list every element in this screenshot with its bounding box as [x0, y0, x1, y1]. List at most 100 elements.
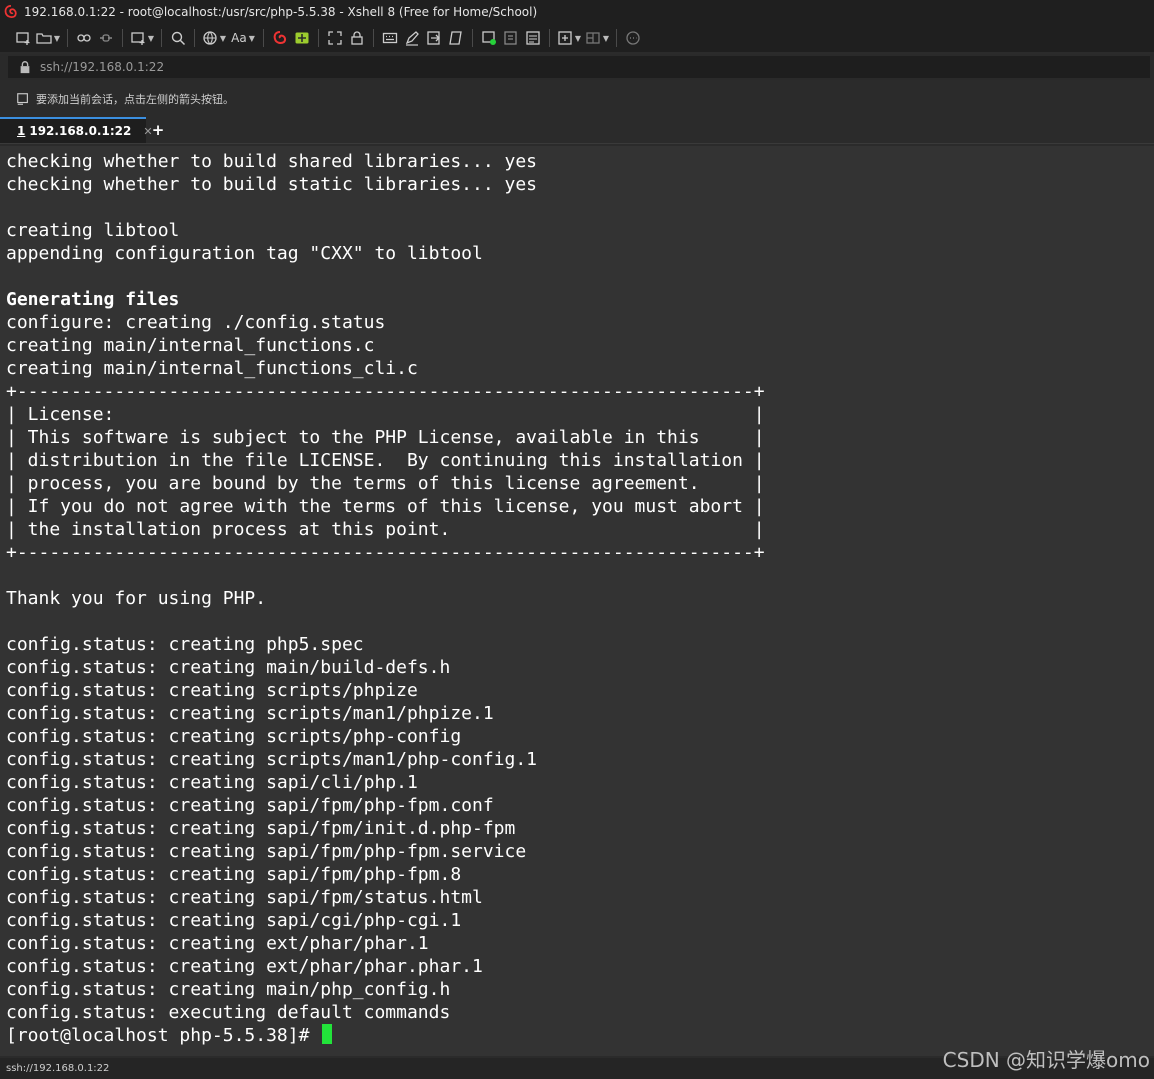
- toolbar-divider: [263, 29, 264, 47]
- shell-prompt: [root@localhost php-5.5.38]#: [6, 1025, 321, 1046]
- toolbar-divider: [194, 29, 195, 47]
- toolbar-divider: [161, 29, 162, 47]
- terminal-cursor: [322, 1024, 333, 1044]
- tab-label: 192.168.0.1:22: [29, 124, 132, 138]
- terminal-line: configure: creating ./config.status: [6, 312, 386, 333]
- terminal-line: +---------------------------------------…: [6, 381, 765, 402]
- new-session-icon[interactable]: [12, 27, 34, 49]
- xftp-icon[interactable]: [291, 27, 313, 49]
- session-hint-bar: 要添加当前会话，点击左侧的箭头按钮。: [0, 86, 1154, 112]
- toolbar-divider: [67, 29, 68, 47]
- terminal-line: config.status: executing default command…: [6, 1002, 451, 1023]
- terminal-line: config.status: creating sapi/fpm/php-fpm…: [6, 795, 494, 816]
- chat-icon[interactable]: [622, 27, 644, 49]
- tab-number: 1: [17, 124, 26, 138]
- disconnect-icon[interactable]: [95, 27, 117, 49]
- terminal-line: | This software is subject to the PHP Li…: [6, 427, 765, 448]
- chevron-down-icon: ▼: [147, 33, 155, 43]
- terminal-output[interactable]: checking whether to build shared librari…: [0, 146, 1154, 1056]
- terminal-line: config.status: creating sapi/cli/php.1: [6, 772, 418, 793]
- tab-bar: 1 192.168.0.1:22 ✕ +: [0, 116, 1154, 144]
- keyboard-icon[interactable]: [379, 27, 401, 49]
- terminal-line: config.status: creating sapi/fpm/php-fpm…: [6, 864, 462, 885]
- terminal-line: checking whether to build shared librari…: [6, 151, 538, 172]
- xshell-logo-icon[interactable]: [269, 27, 291, 49]
- font-button[interactable]: Aa ▼: [228, 27, 258, 49]
- chevron-down-icon: ▼: [53, 33, 61, 43]
- terminal-lines: checking whether to build shared librari…: [6, 150, 1154, 1024]
- compose-icon[interactable]: [401, 27, 423, 49]
- session-manager-icon[interactable]: [478, 27, 500, 49]
- terminal-line: | License: |: [6, 404, 765, 425]
- terminal-line: config.status: creating scripts/man1/php…: [6, 703, 494, 724]
- new-tab-icon[interactable]: ▼: [555, 27, 583, 49]
- terminal-line: config.status: creating scripts/man1/php…: [6, 749, 538, 770]
- toolbar-divider: [122, 29, 123, 47]
- chevron-down-icon: ▼: [248, 33, 255, 43]
- add-session-icon[interactable]: [16, 92, 30, 106]
- toolbar-divider: [549, 29, 550, 47]
- session-hint-text: 要添加当前会话，点击左侧的箭头按钮。: [36, 93, 234, 106]
- status-connection: ssh://192.168.0.1:22: [6, 1063, 110, 1074]
- compose-bar-icon[interactable]: [522, 27, 544, 49]
- terminal-line: creating libtool: [6, 220, 180, 241]
- terminal-line: config.status: creating main/build-defs.…: [6, 657, 451, 678]
- address-bar: ssh://192.168.0.1:22: [0, 54, 1154, 80]
- watermark: CSDN @知识学爆omo: [942, 1048, 1150, 1072]
- terminal-line: config.status: creating sapi/cgi/php-cgi…: [6, 910, 462, 931]
- font-button-label: Aa: [231, 31, 247, 45]
- title-bar: 192.168.0.1:22 - root@localhost:/usr/src…: [0, 0, 1154, 24]
- script-icon[interactable]: [445, 27, 467, 49]
- terminal-line: config.status: creating scripts/php-conf…: [6, 726, 462, 747]
- new-window-icon[interactable]: ▼: [128, 27, 156, 49]
- toolbar-divider: [472, 29, 473, 47]
- search-icon[interactable]: [167, 27, 189, 49]
- tab-session-1[interactable]: 1 192.168.0.1:22 ✕: [0, 117, 153, 143]
- add-tab-button[interactable]: +: [146, 117, 170, 143]
- terminal-line: config.status: creating scripts/phpize: [6, 680, 418, 701]
- lock-icon: [20, 61, 30, 74]
- layout-icon[interactable]: ▼: [583, 27, 611, 49]
- chevron-down-icon: ▼: [219, 33, 227, 43]
- plus-icon: +: [151, 121, 165, 139]
- terminal-line: creating main/internal_functions_cli.c: [6, 358, 418, 379]
- terminal-line: +---------------------------------------…: [6, 542, 765, 563]
- globe-icon[interactable]: ▼: [200, 27, 228, 49]
- toolbar: ▼ ▼ ▼ Aa ▼ ▼ ▼: [0, 24, 1154, 52]
- terminal-line: | process, you are bound by the terms of…: [6, 473, 765, 494]
- terminal-line: Generating files: [6, 289, 180, 310]
- xshell-logo-icon: [4, 5, 17, 18]
- terminal-line: | the installation process at this point…: [6, 519, 765, 540]
- toolbar-divider: [318, 29, 319, 47]
- terminal-line: config.status: creating ext/phar/phar.1: [6, 933, 429, 954]
- terminal-line: config.status: creating sapi/fpm/php-fpm…: [6, 841, 527, 862]
- toolbar-divider: [616, 29, 617, 47]
- terminal-line: | distribution in the file LICENSE. By c…: [6, 450, 765, 471]
- window-title: 192.168.0.1:22 - root@localhost:/usr/src…: [24, 5, 538, 19]
- transfer-icon[interactable]: [423, 27, 445, 49]
- terminal-line: config.status: creating php5.spec: [6, 634, 364, 655]
- terminal-line: checking whether to build static librari…: [6, 174, 538, 195]
- toolbar-divider: [373, 29, 374, 47]
- terminal-line: creating main/internal_functions.c: [6, 335, 375, 356]
- chevron-down-icon: ▼: [602, 33, 610, 43]
- terminal-line: config.status: creating sapi/fpm/init.d.…: [6, 818, 516, 839]
- chevron-down-icon: ▼: [574, 33, 582, 43]
- open-folder-icon[interactable]: ▼: [34, 27, 62, 49]
- reconnect-icon[interactable]: [73, 27, 95, 49]
- terminal-line: | If you do not agree with the terms of …: [6, 496, 765, 517]
- terminal-line: config.status: creating ext/phar/phar.ph…: [6, 956, 483, 977]
- fullscreen-icon[interactable]: [324, 27, 346, 49]
- terminal-line: appending configuration tag "CXX" to lib…: [6, 243, 483, 264]
- log-icon[interactable]: [500, 27, 522, 49]
- address-url[interactable]: ssh://192.168.0.1:22: [40, 60, 164, 74]
- terminal-line: config.status: creating sapi/fpm/status.…: [6, 887, 483, 908]
- terminal-line: config.status: creating main/php_config.…: [6, 979, 451, 1000]
- terminal-line: Thank you for using PHP.: [6, 588, 267, 609]
- lock-icon[interactable]: [346, 27, 368, 49]
- address-field[interactable]: [8, 56, 1150, 78]
